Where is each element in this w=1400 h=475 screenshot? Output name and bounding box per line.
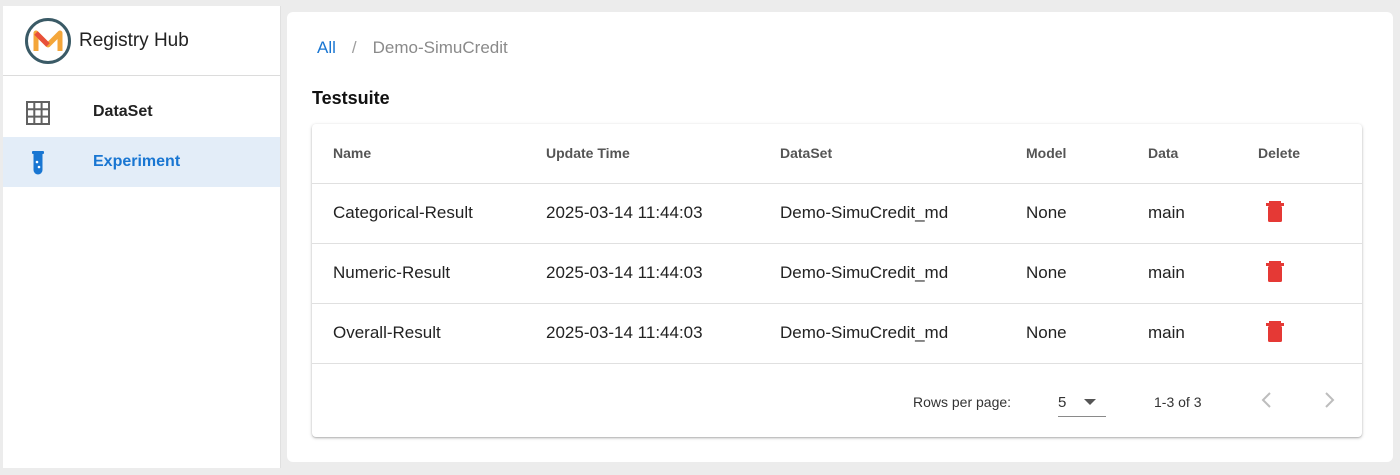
column-header-name: Name bbox=[312, 124, 546, 184]
delete-icon[interactable] bbox=[1260, 256, 1290, 286]
testsuite-table-card: Name Update Time DataSet Model Data Dele… bbox=[312, 124, 1362, 437]
cell-model: None bbox=[1026, 243, 1148, 304]
delete-icon[interactable] bbox=[1260, 316, 1290, 346]
app-title: Registry Hub bbox=[79, 29, 189, 51]
m-logo-icon bbox=[25, 17, 71, 64]
cell-model: None bbox=[1026, 183, 1148, 244]
chevron-right-icon bbox=[1325, 392, 1335, 408]
delete-icon[interactable] bbox=[1260, 196, 1290, 226]
rows-per-page-select[interactable]: 5 bbox=[1058, 387, 1106, 417]
cell-dataset: Demo-SimuCredit_md bbox=[780, 303, 1026, 364]
table-pagination: Rows per page: 5 1-3 of 3 bbox=[312, 365, 1362, 437]
main-content: All / Demo-SimuCredit Testsuite Name Upd… bbox=[287, 12, 1393, 462]
pagination-range: 1-3 of 3 bbox=[1154, 394, 1202, 410]
cell-delete bbox=[1258, 243, 1362, 304]
table-row: Categorical-Result 2025-03-14 11:44:03 D… bbox=[312, 183, 1362, 244]
breadcrumb-link-all[interactable]: All bbox=[317, 38, 336, 58]
sidebar: Registry Hub DataSet Experiment bbox=[3, 6, 281, 468]
caret-down-icon bbox=[1084, 399, 1096, 405]
breadcrumb: All / Demo-SimuCredit bbox=[317, 38, 508, 58]
previous-page-button[interactable] bbox=[1252, 385, 1282, 415]
cell-update-time: 2025-03-14 11:44:03 bbox=[546, 243, 780, 304]
rows-per-page-label: Rows per page: bbox=[913, 394, 1012, 410]
cell-update-time: 2025-03-14 11:44:03 bbox=[546, 183, 780, 244]
cell-name[interactable]: Numeric-Result bbox=[312, 243, 546, 304]
cell-name[interactable]: Overall-Result bbox=[312, 303, 546, 364]
grid-icon bbox=[25, 100, 51, 126]
cell-name[interactable]: Categorical-Result bbox=[312, 183, 546, 244]
test-tube-icon bbox=[25, 150, 51, 176]
cell-data: main bbox=[1148, 243, 1258, 304]
sidebar-item-label: DataSet bbox=[93, 103, 153, 120]
sidebar-item-label: Experiment bbox=[93, 153, 181, 170]
cell-update-time: 2025-03-14 11:44:03 bbox=[546, 303, 780, 364]
cell-model: None bbox=[1026, 303, 1148, 364]
sidebar-item-experiment[interactable]: Experiment bbox=[3, 137, 280, 187]
cell-data: main bbox=[1148, 303, 1258, 364]
page-title: Testsuite bbox=[312, 88, 390, 108]
cell-delete bbox=[1258, 303, 1362, 364]
table-header-row: Name Update Time DataSet Model Data Dele… bbox=[312, 124, 1362, 184]
sidebar-item-dataset[interactable]: DataSet bbox=[3, 87, 280, 137]
column-header-delete: Delete bbox=[1258, 124, 1362, 184]
table-row: Numeric-Result 2025-03-14 11:44:03 Demo-… bbox=[312, 243, 1362, 304]
rows-per-page-value: 5 bbox=[1058, 394, 1067, 411]
breadcrumb-current: Demo-SimuCredit bbox=[372, 38, 508, 57]
column-header-dataset: DataSet bbox=[780, 124, 1026, 184]
app-window: Registry Hub DataSet Experiment All / De… bbox=[0, 0, 1400, 475]
column-header-data: Data bbox=[1148, 124, 1258, 184]
cell-dataset: Demo-SimuCredit_md bbox=[780, 243, 1026, 304]
column-header-model: Model bbox=[1026, 124, 1148, 184]
column-header-update-time: Update Time bbox=[546, 124, 780, 184]
cell-dataset: Demo-SimuCredit_md bbox=[780, 183, 1026, 244]
breadcrumb-separator: / bbox=[351, 38, 357, 57]
cell-delete bbox=[1258, 183, 1362, 244]
brand-header: Registry Hub bbox=[3, 6, 280, 76]
next-page-button[interactable] bbox=[1314, 385, 1344, 415]
table-row: Overall-Result 2025-03-14 11:44:03 Demo-… bbox=[312, 303, 1362, 364]
testsuite-table: Name Update Time DataSet Model Data Dele… bbox=[312, 124, 1362, 364]
chevron-left-icon bbox=[1261, 392, 1271, 408]
cell-data: main bbox=[1148, 183, 1258, 244]
